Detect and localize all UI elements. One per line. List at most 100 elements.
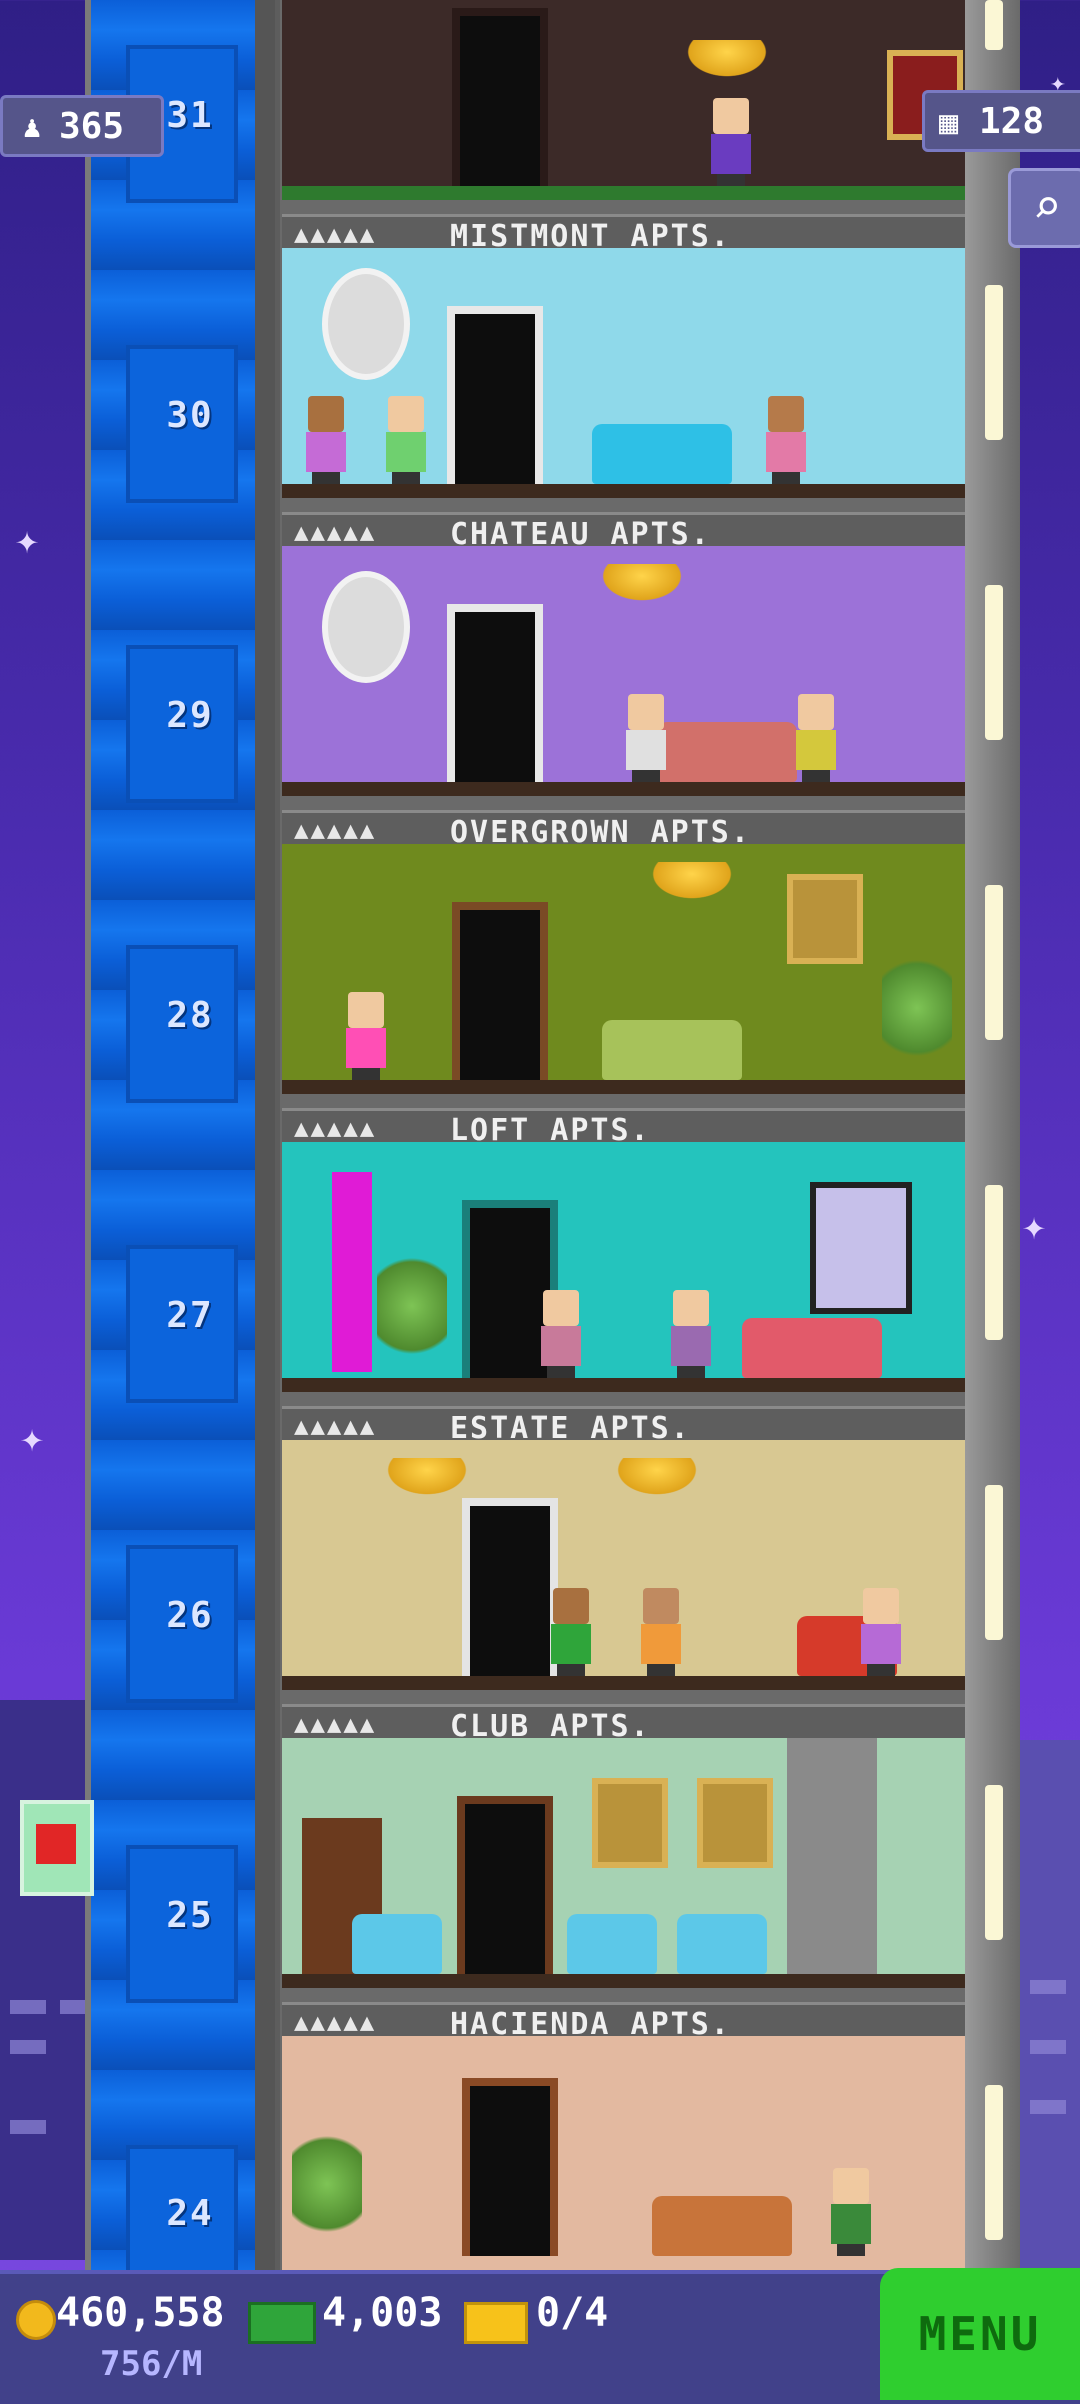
mirror-icon [322,268,410,380]
painting-icon [592,1778,668,1868]
room-door [452,902,548,1080]
resident[interactable] [382,396,430,484]
chandelier-icon [597,564,687,604]
person-icon: ♟ [23,110,42,145]
fireplace-icon [787,1738,877,1974]
star-icon: ✦ [1022,1203,1047,1249]
resident-count-icons: ▲▲▲▲▲ [294,1710,377,1738]
room-interior[interactable] [282,1440,965,1690]
window-light [985,285,1003,440]
chandelier-icon [382,1458,472,1498]
window-light [985,2085,1003,2240]
building-icon: ▦ [939,103,959,141]
tower-bux-icon [248,2302,316,2344]
plant-icon [882,960,952,1080]
window-light [985,0,1003,50]
tickets-value: 0/4 [536,2290,609,2336]
window-light [985,1785,1003,1940]
armchair-icon [352,1914,442,1974]
sofa-icon [602,1020,742,1080]
room-interior[interactable] [282,1738,965,1988]
elevator-floor-number[interactable]: 26 [150,1595,230,1636]
elevator-floor-number[interactable]: 28 [150,995,230,1036]
search-button[interactable]: ⌕ [1008,168,1080,248]
window-icon [810,1182,912,1314]
floor-30[interactable]: ▲▲▲▲▲ MISTMONT APTS. [282,214,965,512]
window-light [985,1185,1003,1340]
resident[interactable] [302,396,350,484]
painting-icon [697,1778,773,1868]
room-interior[interactable] [282,2036,965,2270]
resident[interactable] [547,1588,595,1676]
room-interior[interactable] [282,248,965,498]
floor-24[interactable]: ▲▲▲▲▲ HACIENDA APTS. [282,2002,965,2270]
floors-value: 128 [979,101,1045,142]
window-light [985,885,1003,1040]
coin-icon [16,2300,56,2340]
side-event-icon[interactable] [20,1800,94,1896]
elevator-floor-number[interactable]: 29 [150,695,230,736]
resident-count-icons: ▲▲▲▲▲ [294,816,377,844]
fries-icon [36,1824,76,1864]
room-door [457,1796,553,1974]
elevator-floor-number[interactable]: 27 [150,1295,230,1336]
window-light [985,1485,1003,1640]
floor-28[interactable]: ▲▲▲▲▲ OVERGROWN APTS. [282,810,965,1108]
plant-icon [377,1258,447,1378]
coin-rate: 756/M [100,2344,203,2384]
resident-count-icons: ▲▲▲▲▲ [294,220,377,248]
armchair-icon [677,1914,767,1974]
city-skyline-right [1010,1740,1080,2300]
armchair-icon [567,1914,657,1974]
golden-ticket-icon [464,2302,528,2344]
resident[interactable] [342,992,390,1080]
resident[interactable] [707,98,755,186]
population-badge[interactable]: ♟ 365 [0,95,164,157]
room-door [447,604,543,782]
floor-29[interactable]: ▲▲▲▲▲ CHATEAU APTS. [282,512,965,810]
population-value: 365 [59,106,125,147]
sofa-icon [657,722,797,782]
resident[interactable] [622,694,670,782]
elevator-floor-number[interactable]: 24 [150,2193,230,2234]
plant-icon [292,2136,362,2256]
chandelier-icon [647,862,737,902]
star-icon: ✦ [20,1415,45,1461]
curtain-icon [332,1172,372,1372]
resident[interactable] [857,1588,905,1676]
sofa-icon [592,424,732,484]
sofa-icon [742,1318,882,1378]
mirror-icon [322,571,410,683]
resident-count-icons: ▲▲▲▲▲ [294,1114,377,1142]
resident[interactable] [667,1290,715,1378]
menu-button[interactable]: MENU [880,2268,1080,2400]
floor-27[interactable]: ▲▲▲▲▲ LOFT APTS. [282,1108,965,1406]
room-door [462,1498,558,1676]
resident-count-icons: ▲▲▲▲▲ [294,1412,377,1440]
star-icon: ✦ [15,517,40,563]
elevator-floor-number[interactable]: 25 [150,1895,230,1936]
bux-value: 4,003 [322,2290,443,2336]
resident-count-icons: ▲▲▲▲▲ [294,2008,377,2036]
resident[interactable] [792,694,840,782]
room-door [447,306,543,484]
resident[interactable] [637,1588,685,1676]
room-interior[interactable] [282,1142,965,1392]
resident[interactable] [827,2168,875,2256]
room-interior[interactable] [282,0,965,200]
room-interior[interactable] [282,546,965,796]
coins-value: 460,558 [56,2290,225,2336]
sofa-icon [652,2196,792,2256]
room-interior[interactable] [282,844,965,1094]
resident[interactable] [762,396,810,484]
room-door [452,8,548,186]
elevator-floor-number[interactable]: 30 [150,395,230,436]
floors-badge[interactable]: ▦ 128 [922,90,1080,152]
resident[interactable] [537,1290,585,1378]
chandelier-icon [682,40,772,80]
painting-icon [787,874,863,964]
floor-25[interactable]: ▲▲▲▲▲ CLUB APTS. [282,1704,965,2002]
magnifier-icon: ⌕ [1032,179,1062,235]
floor-26[interactable]: ▲▲▲▲▲ ESTATE APTS. [282,1406,965,1704]
floor-31[interactable] [282,0,965,214]
